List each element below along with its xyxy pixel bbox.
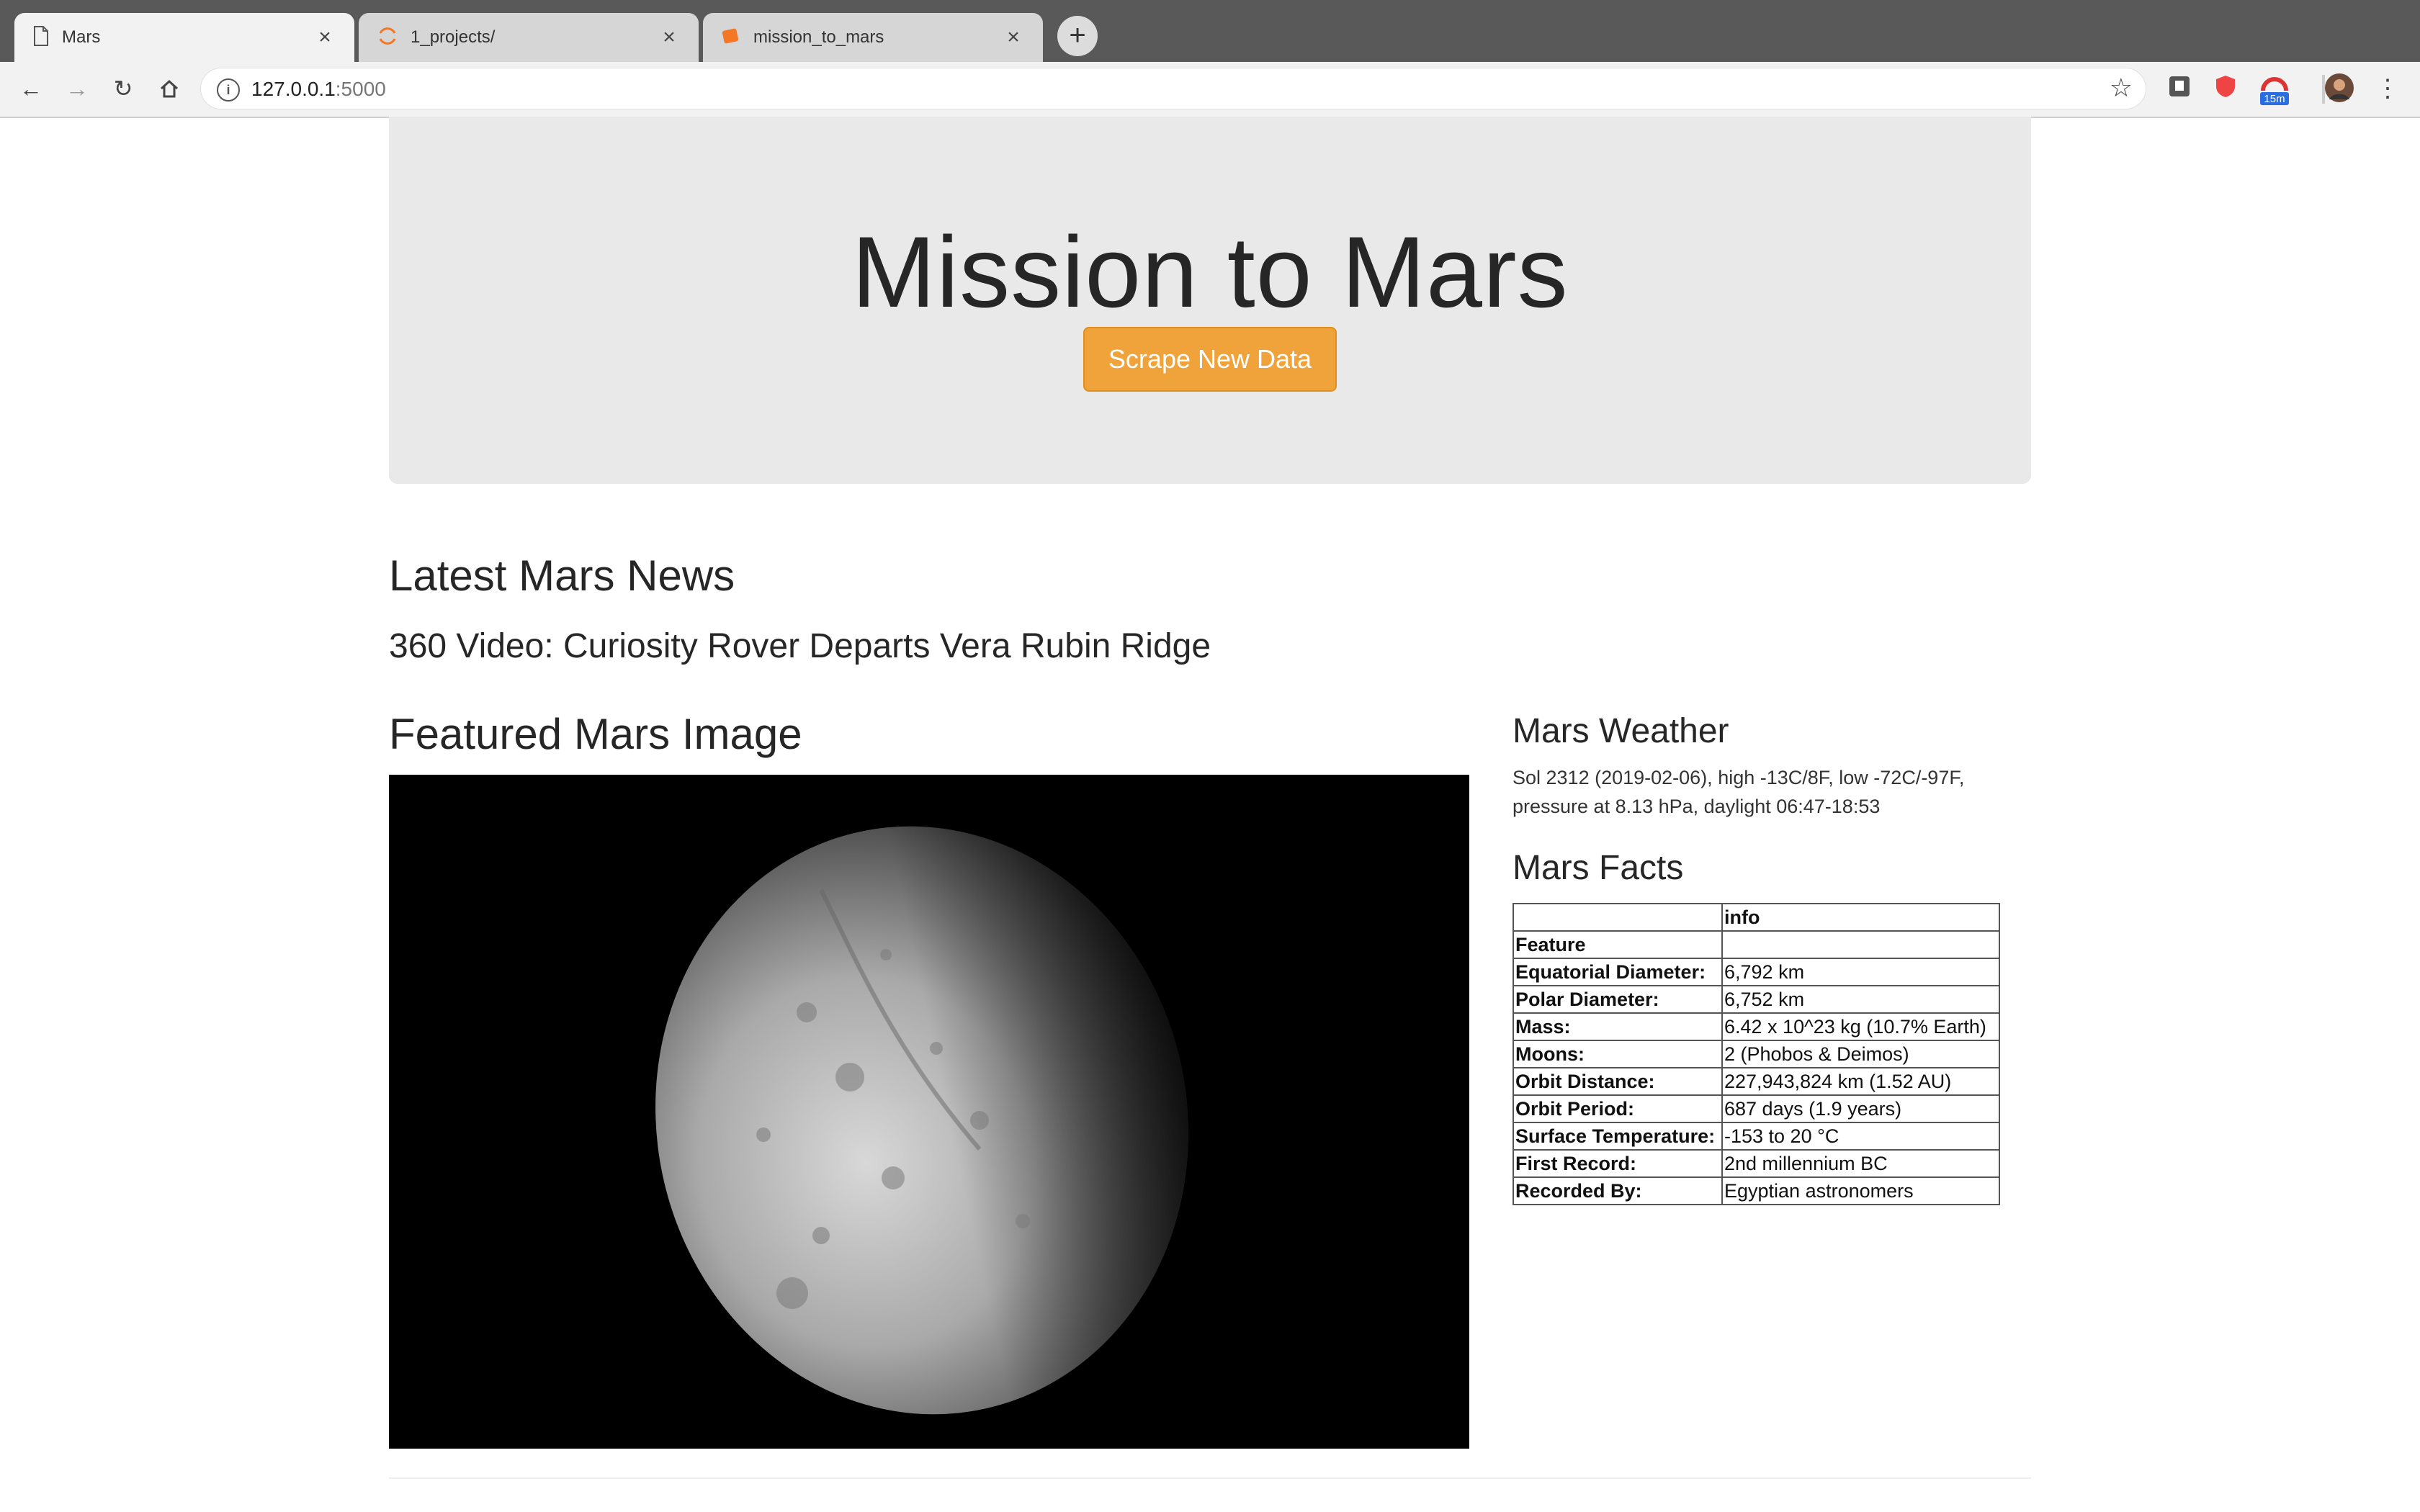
table-index-label: Feature	[1512, 930, 1723, 959]
fact-feature: Surface Temperature:	[1512, 1122, 1723, 1151]
table-header-empty	[1512, 903, 1723, 932]
table-cell	[1721, 930, 2000, 959]
fact-value: 6.42 x 10^23 kg (10.7% Earth)	[1721, 1012, 2000, 1041]
news-heading: Latest Mars News	[389, 552, 735, 600]
jumbotron: Mission to Mars	[389, 117, 2031, 484]
fact-value: 6,792 km	[1721, 958, 2000, 986]
fact-feature: Polar Diameter:	[1512, 985, 1723, 1014]
forward-icon[interactable]: →	[59, 71, 95, 107]
table-header-row: info	[1512, 903, 2000, 932]
tab-strip: Mars × 1_projects/ × mission_to_mars × +	[0, 0, 2420, 62]
bookmark-star-icon[interactable]: ☆	[2110, 73, 2133, 103]
tab-mars[interactable]: Mars ×	[14, 13, 354, 62]
tab-title: mission_to_mars	[753, 27, 884, 47]
table-row: Recorded By: Egyptian astronomers	[1512, 1176, 2000, 1205]
table-row: Mass: 6.42 x 10^23 kg (10.7% Earth)	[1512, 1012, 2000, 1041]
table-row: Equatorial Diameter: 6,792 km	[1512, 958, 2000, 986]
fact-feature: Recorded By:	[1512, 1176, 1723, 1205]
tab-title: 1_projects/	[411, 27, 496, 47]
fact-value: 6,752 km	[1721, 985, 2000, 1014]
table-header-info: info	[1721, 903, 2000, 932]
menu-kebab-icon[interactable]: ⋮	[2370, 71, 2406, 107]
close-icon[interactable]: ×	[658, 25, 680, 50]
mars-facts-table: info Feature Equatorial Diameter: 6,792 k…	[1512, 903, 2000, 1205]
weather-heading: Mars Weather	[1512, 712, 1729, 750]
fact-feature: Orbit Distance:	[1512, 1067, 1723, 1096]
extension-timer-icon[interactable]: 15m	[2256, 72, 2296, 105]
featured-mars-image	[389, 775, 1469, 1449]
facts-heading: Mars Facts	[1512, 849, 1684, 887]
tab-projects[interactable]: 1_projects/ ×	[359, 13, 699, 62]
extension-ublock-icon[interactable]	[2211, 72, 2244, 105]
jupyter-icon	[377, 26, 398, 50]
fact-value: 687 days (1.9 years)	[1721, 1094, 2000, 1123]
tab-mission-to-mars[interactable]: mission_to_mars ×	[703, 13, 1043, 62]
page-title: Mission to Mars	[851, 215, 1569, 328]
close-icon[interactable]: ×	[1003, 25, 1024, 50]
table-row: First Record: 2nd millennium BC	[1512, 1149, 2000, 1178]
url-text: 127.0.0.1:5000	[251, 78, 386, 100]
extension-badge-text: 15m	[2264, 93, 2285, 105]
fact-feature: Mass:	[1512, 1012, 1723, 1041]
fact-feature: Orbit Period:	[1512, 1094, 1723, 1123]
table-row: Surface Temperature: -153 to 20 °C	[1512, 1122, 2000, 1151]
reload-icon[interactable]: ↻	[105, 71, 141, 107]
table-row: Feature	[1512, 930, 2000, 959]
address-bar[interactable]: i 127.0.0.1:5000 ☆	[200, 68, 2146, 109]
jupyter-notebook-icon	[722, 27, 740, 49]
avatar[interactable]	[2323, 72, 2358, 105]
table-row: Polar Diameter: 6,752 km	[1512, 985, 2000, 1014]
fact-value: 227,943,824 km (1.52 AU)	[1721, 1067, 2000, 1096]
table-row: Orbit Period: 687 days (1.9 years)	[1512, 1094, 2000, 1123]
news-title: 360 Video: Curiosity Rover Departs Vera …	[389, 627, 1211, 665]
table-row: Moons: 2 (Phobos & Deimos)	[1512, 1040, 2000, 1068]
fact-value: -153 to 20 °C	[1721, 1122, 2000, 1151]
fact-feature: Moons:	[1512, 1040, 1723, 1068]
featured-image-heading: Featured Mars Image	[389, 710, 802, 758]
new-tab-button[interactable]: +	[1057, 16, 1098, 56]
browser-toolbar: ← → ↻ i 127.0.0.1:5000 ☆ 15m ⋮	[0, 62, 2420, 118]
divider	[389, 1477, 2031, 1479]
back-icon[interactable]: ←	[13, 71, 49, 107]
info-icon[interactable]: i	[217, 78, 240, 102]
close-icon[interactable]: ×	[314, 25, 336, 50]
scrape-new-data-button[interactable]: Scrape New Data	[1083, 327, 1337, 392]
weather-text: Sol 2312 (2019-02-06), high -13C/8F, low…	[1512, 767, 1965, 817]
fact-feature: Equatorial Diameter:	[1512, 958, 1723, 986]
fact-value: Egyptian astronomers	[1721, 1176, 2000, 1205]
table-row: Orbit Distance: 227,943,824 km (1.52 AU)	[1512, 1067, 2000, 1096]
home-icon[interactable]	[151, 71, 187, 107]
tab-title: Mars	[62, 27, 101, 47]
fact-value: 2 (Phobos & Deimos)	[1721, 1040, 2000, 1068]
fact-value: 2nd millennium BC	[1721, 1149, 2000, 1178]
fact-feature: First Record:	[1512, 1149, 1723, 1178]
extension-shield-icon[interactable]	[2165, 72, 2198, 105]
page-icon	[33, 25, 49, 50]
